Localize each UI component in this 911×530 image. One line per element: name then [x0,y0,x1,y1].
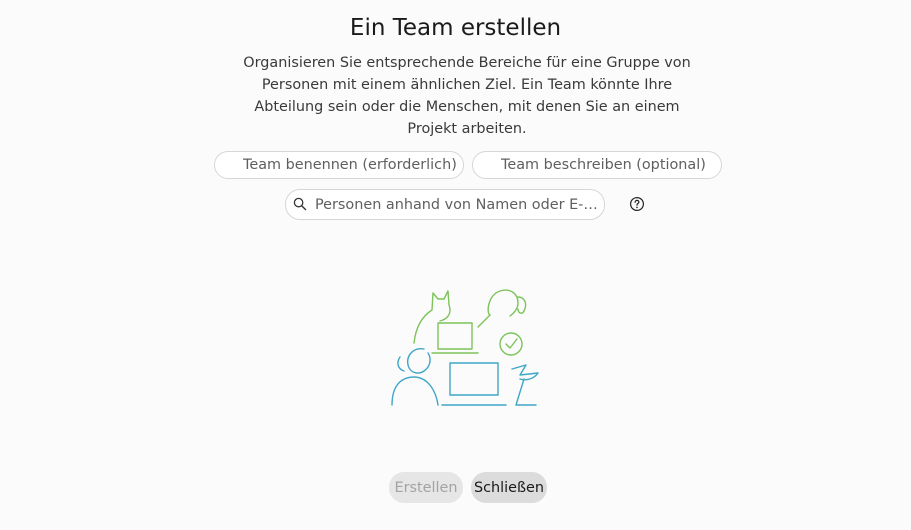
create-team-dialog: Ein Team erstellen Organisieren Sie ents… [0,0,911,530]
create-button[interactable]: Erstellen [389,472,463,503]
team-illustration [391,289,539,406]
cat-outline [413,290,451,344]
monitor-outline [449,362,499,396]
laptop-outline [437,322,473,350]
dialog-description: Organisieren Sie entsprechende Bereiche … [243,55,691,137]
search-icon [293,197,307,211]
close-button[interactable]: Schließen [471,472,547,503]
people-search-field[interactable] [285,189,605,220]
team-name-input[interactable] [214,151,464,179]
help-circle-icon[interactable] [629,196,645,212]
lamp-outline [511,364,539,381]
person-top-outline [487,289,519,317]
team-description-input[interactable] [472,151,722,179]
people-search-input[interactable] [315,192,600,218]
clock-outline [499,332,523,356]
person-left-outline [407,348,431,374]
dialog-title: Ein Team erstellen [349,15,562,41]
